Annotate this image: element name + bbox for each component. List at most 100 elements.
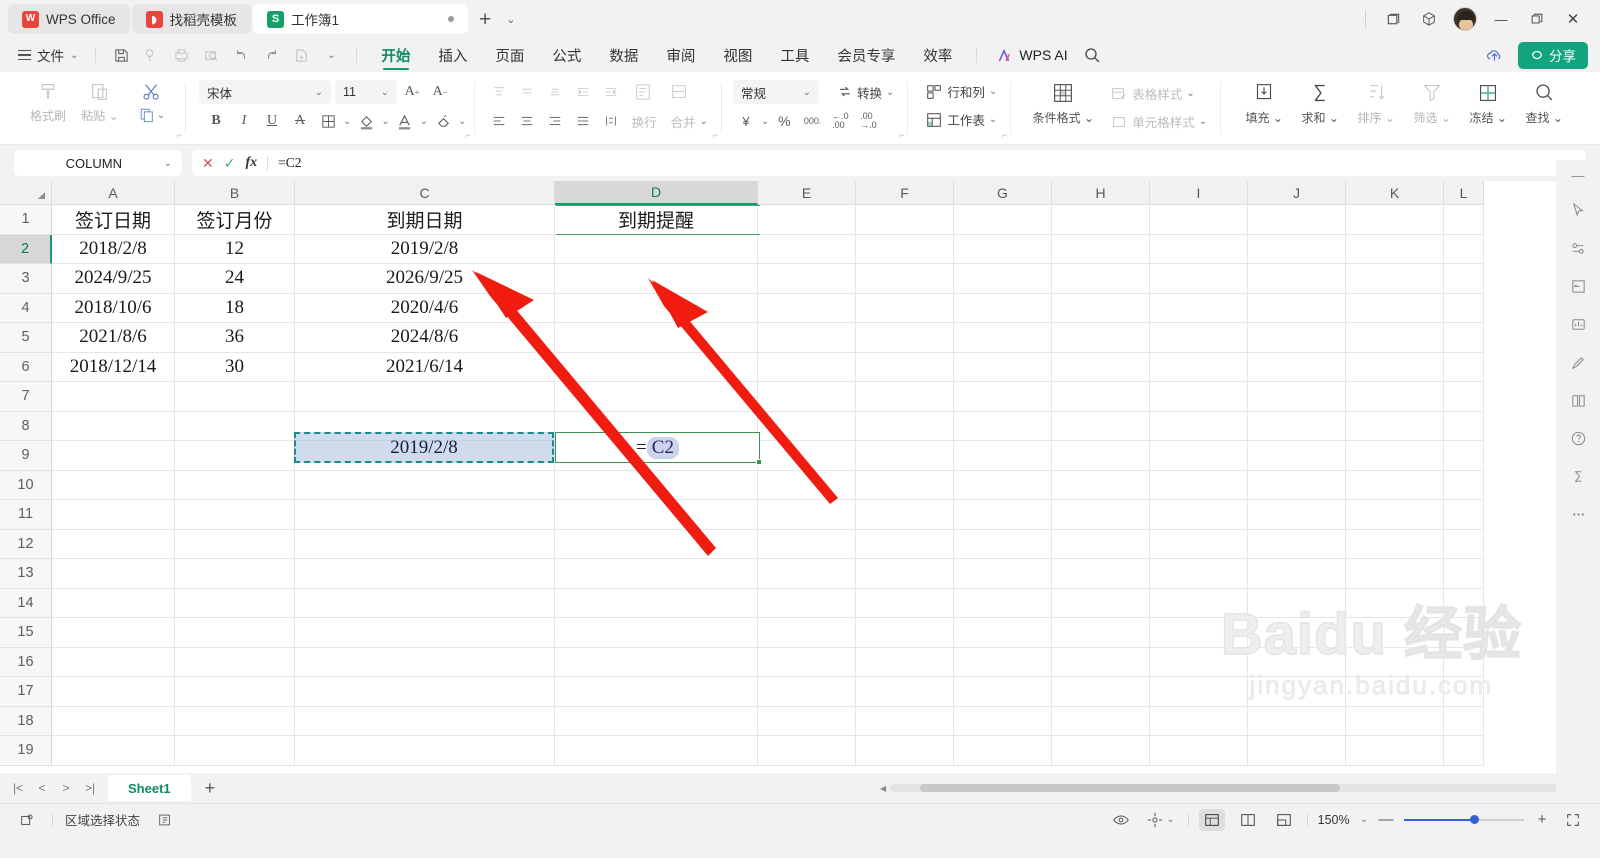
cell-G5[interactable] [954,323,1052,353]
cell-H2[interactable] [1052,234,1150,264]
cell-I14[interactable] [1150,588,1248,618]
cell-I10[interactable] [1150,470,1248,500]
cell-A16[interactable] [52,647,175,677]
row-header-8[interactable]: 8 [0,411,52,441]
cell-H19[interactable] [1052,736,1150,766]
cell-E10[interactable] [758,470,856,500]
cell-C6[interactable]: 2021/6/14 [295,352,555,382]
distribute-button[interactable] [598,109,624,133]
row-header-17[interactable]: 17 [0,677,52,707]
cell-E3[interactable] [758,264,856,294]
cell-L8[interactable] [1444,411,1484,441]
cell-C12[interactable] [295,529,555,559]
cell-A5[interactable]: 2021/8/6 [52,323,175,353]
rail-collapse-area[interactable]: — [1556,160,1600,190]
cursor-icon[interactable] [1565,198,1591,222]
new-document-icon[interactable] [287,42,315,68]
ribbon-tab-review[interactable]: 审阅 [653,38,708,72]
cell-G4[interactable] [954,293,1052,323]
align-middle-button[interactable] [514,80,540,104]
cell-G16[interactable] [954,647,1052,677]
cell-H16[interactable] [1052,647,1150,677]
column-header-e[interactable]: E [758,181,856,205]
strikethrough-button[interactable]: A [287,109,313,133]
cell-G9[interactable] [954,441,1052,471]
cell-K5[interactable] [1346,323,1444,353]
cell-J7[interactable] [1248,382,1346,412]
row-header-2[interactable]: 2 [0,234,52,264]
merge-cells-button[interactable]: 合并 ⌄ [665,110,714,133]
cell-B8[interactable] [175,411,295,441]
cell-L3[interactable] [1444,264,1484,294]
cell-F7[interactable] [856,382,954,412]
tab-list-caret-icon[interactable]: ⌄ [502,13,519,26]
cell-E18[interactable] [758,706,856,736]
text-direction-button[interactable] [626,80,660,104]
cell-style-button[interactable]: 单元格样式 ⌄ [1104,110,1213,133]
cell-C3[interactable]: 2026/9/25 [295,264,555,294]
more-icon[interactable] [1565,502,1591,526]
cell-H1[interactable] [1052,205,1150,235]
cell-K11[interactable] [1346,500,1444,530]
tab-find-template[interactable]: ◗ 找稻壳模板 [131,4,252,34]
cell-A18[interactable] [52,706,175,736]
ribbon-tab-efficiency[interactable]: 效率 [910,38,965,72]
cell-E1[interactable] [758,205,856,235]
cell-H5[interactable] [1052,323,1150,353]
save-icon[interactable] [107,42,135,68]
cell-G14[interactable] [954,588,1052,618]
search-icon[interactable] [1078,42,1106,68]
move-icon[interactable]: ⌄ [1144,809,1178,831]
cell-B6[interactable]: 30 [175,352,295,382]
cell-A7[interactable] [52,382,175,412]
cell-K18[interactable] [1346,706,1444,736]
cell-C11[interactable] [295,500,555,530]
percent-button[interactable]: % [771,109,797,133]
font-family-select[interactable]: 宋体 ⌄ [199,80,331,104]
freeze-button[interactable]: 冻结 ⌄ [1460,76,1516,126]
cell-F6[interactable] [856,352,954,382]
cell-L13[interactable] [1444,559,1484,589]
cell-D4[interactable] [555,293,758,323]
decrease-decimal-button[interactable]: .00 →.0 [855,109,881,133]
cell-J19[interactable] [1248,736,1346,766]
formula-input-wrap[interactable]: ✕ ✓ fx =C2 [192,150,1586,176]
insert-function-icon[interactable]: fx [245,155,257,171]
cell-F4[interactable] [856,293,954,323]
help-icon[interactable] [1565,426,1591,450]
confirm-formula-icon[interactable]: ✓ [224,155,236,172]
ribbon-tab-data[interactable]: 数据 [596,38,651,72]
cell-C1[interactable]: 到期日期 [295,205,555,235]
cell-D1[interactable]: 到期提醒 [555,205,758,235]
cell-B17[interactable] [175,677,295,707]
selection-list-icon[interactable] [152,809,178,831]
font-color-icon[interactable] [392,109,418,133]
cell-G15[interactable] [954,618,1052,648]
sort-button[interactable]: 排序 ⌄ [1348,76,1404,126]
cell-I4[interactable] [1150,293,1248,323]
cloud-upload-icon[interactable] [1480,42,1508,68]
cell-H6[interactable] [1052,352,1150,382]
increase-font-size-button[interactable]: A + [399,80,425,104]
font-size-select[interactable]: 11 ⌄ [335,80,397,104]
maximize-button[interactable] [1520,4,1554,34]
column-header-g[interactable]: G [954,181,1052,205]
worksheet-button[interactable]: 工作表 ⌄ [919,108,1003,131]
fill-handle[interactable] [756,459,762,465]
hscroll-left-icon[interactable]: ◀ [880,784,886,793]
cell-K3[interactable] [1346,264,1444,294]
cell-F1[interactable] [856,205,954,235]
clear-format-icon[interactable] [430,109,456,133]
cell-D17[interactable] [555,677,758,707]
first-sheet-button[interactable]: |< [8,777,28,799]
restore-window-icon[interactable] [1376,4,1410,34]
cell-G10[interactable] [954,470,1052,500]
cell-E2[interactable] [758,234,856,264]
cell-K14[interactable] [1346,588,1444,618]
chart-tool-icon[interactable] [1565,312,1591,336]
ribbon-tab-page[interactable]: 页面 [482,38,537,72]
increase-decimal-button[interactable]: ←.0.00 [827,109,853,133]
cell-F18[interactable] [856,706,954,736]
cell-H11[interactable] [1052,500,1150,530]
cell-B7[interactable] [175,382,295,412]
